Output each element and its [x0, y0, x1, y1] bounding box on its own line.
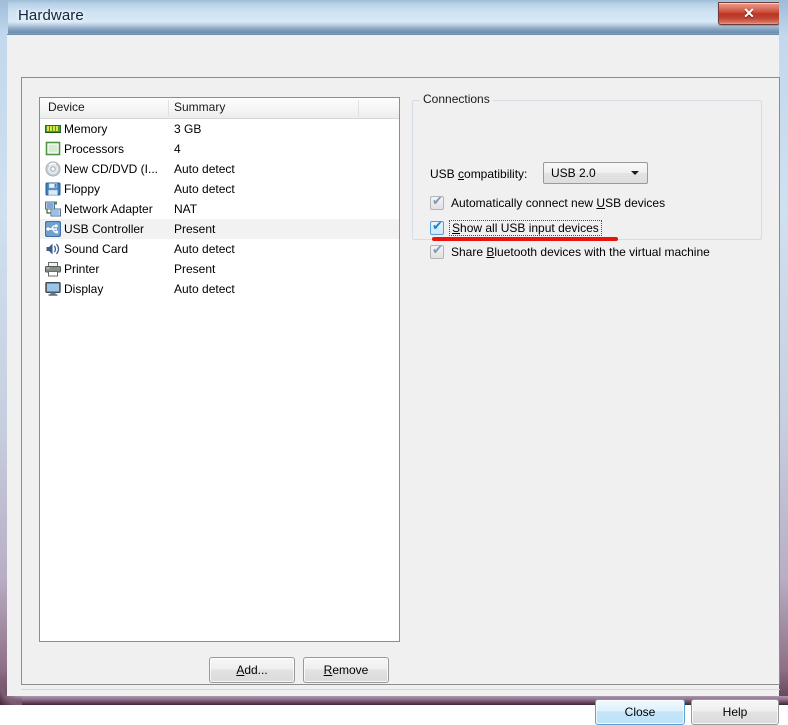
window-title: Hardware	[18, 7, 84, 24]
checkbox-label-auto-connect-new-usb-devices[interactable]: Automatically connect new USB devices	[451, 196, 665, 210]
device-row-memory[interactable]: Memory 3 GB	[40, 119, 399, 139]
printer-icon	[45, 261, 61, 277]
close-icon: ✕	[743, 5, 755, 21]
remove-accel: R	[323, 663, 333, 677]
device-name: Display	[64, 282, 104, 296]
network-adapter-icon	[45, 201, 61, 217]
device-name: Sound Card	[64, 242, 129, 256]
device-name: New CD/DVD (I...	[64, 162, 159, 176]
remove-device-button[interactable]: Remove	[303, 657, 389, 683]
device-row-new-cd-dvd-i[interactable]: New CD/DVD (I... Auto detect	[40, 159, 399, 179]
device-summary: Auto detect	[174, 242, 235, 256]
device-row-network-adapter[interactable]: Network Adapter NAT	[40, 199, 399, 219]
sound-card-icon	[45, 241, 61, 257]
usb-compat-accel: c	[458, 167, 465, 181]
device-row-display[interactable]: Display Auto detect	[40, 279, 399, 299]
device-summary: Auto detect	[174, 282, 235, 296]
title-bar[interactable]: Hardware ✕	[0, 0, 788, 34]
device-name: Processors	[64, 142, 125, 156]
checkbox-share-bluetooth-devices[interactable]: ✔	[430, 243, 444, 259]
usb-controller-icon	[45, 221, 61, 237]
device-summary: NAT	[174, 202, 198, 216]
memory-icon	[45, 121, 61, 137]
device-summary: Auto detect	[174, 162, 235, 176]
checkmark-icon: ✔	[432, 194, 443, 209]
accelerator-letter: B	[486, 245, 495, 259]
accelerator-letter: S	[452, 221, 461, 235]
usb-compatibility-value: USB 2.0	[551, 166, 596, 180]
device-name: USB Controller	[64, 222, 145, 236]
remove-label-rest: emove	[332, 663, 369, 677]
help-button[interactable]: Help	[691, 699, 779, 725]
device-summary: 3 GB	[174, 122, 202, 136]
hardware-dialog-window: Hardware ✕ Device Summary Memory 3 GB Proc…	[0, 0, 788, 725]
device-name: Printer	[64, 262, 100, 276]
chevron-down-icon	[631, 171, 639, 175]
column-header-summary[interactable]: Summary	[174, 100, 225, 114]
device-summary: 4	[174, 142, 181, 156]
device-list[interactable]: Device Summary Memory 3 GB Processors 4 New …	[39, 97, 400, 642]
checkmark-icon: ✔	[432, 219, 443, 234]
window-close-button[interactable]: ✕	[718, 2, 780, 25]
device-row-sound-card[interactable]: Sound Card Auto detect	[40, 239, 399, 259]
column-divider-1[interactable]	[168, 100, 169, 117]
floppy-icon	[45, 181, 61, 197]
checkbox-label-share-bluetooth-devices[interactable]: Share Bluetooth devices with the virtual…	[451, 245, 710, 259]
window-right-edge	[779, 0, 788, 705]
device-summary: Auto detect	[174, 182, 235, 196]
add-device-button[interactable]: Add...	[209, 657, 295, 683]
add-label-rest: dd...	[244, 663, 268, 677]
display-icon	[45, 281, 61, 297]
device-row-processors[interactable]: Processors 4	[40, 139, 399, 159]
hardware-content-panel: Device Summary Memory 3 GB Processors 4 New …	[21, 77, 780, 685]
processor-icon	[45, 141, 61, 157]
device-name: Network Adapter	[64, 202, 153, 216]
remove-button-label: Remove	[324, 663, 369, 677]
column-divider-2[interactable]	[358, 100, 359, 117]
usb-compatibility-label: USB compatibility:	[430, 167, 528, 181]
close-dialog-button[interactable]: Close	[595, 699, 685, 725]
checkbox-show-all-usb-input-devices[interactable]: ✔	[430, 219, 444, 235]
device-summary: Present	[174, 222, 216, 236]
dialog-separator	[21, 689, 780, 690]
checkbox-label-show-all-usb-input-devices[interactable]: Show all USB input devices	[449, 220, 602, 236]
connections-legend: Connections	[420, 92, 493, 106]
device-row-floppy[interactable]: Floppy Auto detect	[40, 179, 399, 199]
device-name: Floppy	[64, 182, 101, 196]
accelerator-letter: U	[596, 196, 606, 210]
device-list-header: Device Summary	[40, 98, 399, 119]
device-list-rows: Memory 3 GB Processors 4 New CD/DVD (I... Aut…	[40, 119, 399, 299]
device-name: Memory	[64, 122, 108, 136]
window-body: Device Summary Memory 3 GB Processors 4 New …	[7, 34, 780, 725]
usb-compatibility-dropdown[interactable]: USB 2.0	[543, 162, 648, 184]
checkbox-auto-connect-new-usb-devices[interactable]: ✔	[430, 194, 444, 210]
annotation-underline	[432, 237, 618, 241]
checkmark-icon: ✔	[432, 243, 443, 258]
add-button-label: Add...	[236, 663, 267, 677]
device-row-usb-controller[interactable]: USB Controller Present	[40, 219, 399, 239]
device-summary: Present	[174, 262, 216, 276]
device-row-printer[interactable]: Printer Present	[40, 259, 399, 279]
column-header-device[interactable]: Device	[48, 100, 85, 114]
cd-dvd-icon	[45, 161, 61, 177]
